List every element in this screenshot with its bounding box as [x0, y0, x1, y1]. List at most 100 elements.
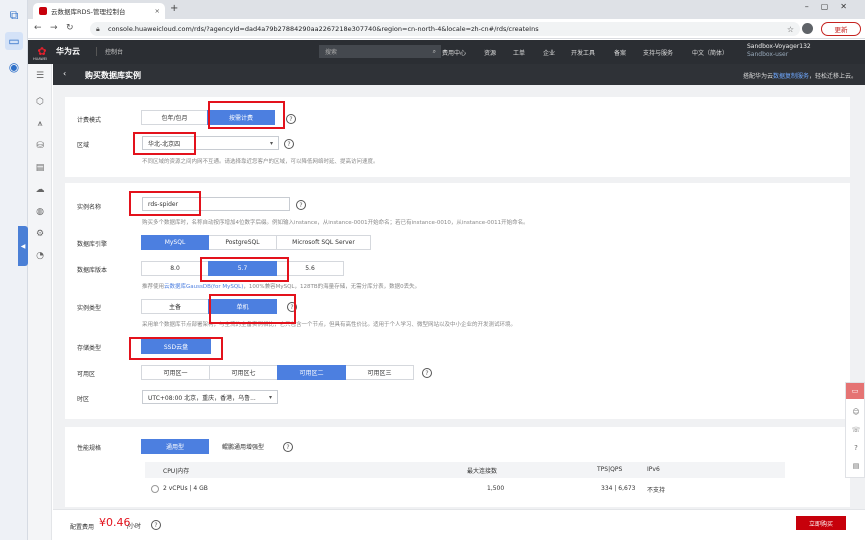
- gaussdb-link[interactable]: 云数据库GaussDB(for MySQL): [164, 284, 243, 290]
- az-option-7[interactable]: 可用区七: [209, 365, 278, 380]
- region-select[interactable]: 华北-北京四 ▾: [142, 136, 279, 150]
- storage-icon[interactable]: ◔: [34, 250, 46, 262]
- new-tab-button[interactable]: +: [170, 3, 178, 14]
- menu-hamburger-icon[interactable]: ☰: [34, 70, 46, 82]
- instance-type-option-ha[interactable]: 主备: [141, 299, 209, 314]
- drs-link[interactable]: 数据复制服务: [773, 73, 809, 80]
- settings-icon[interactable]: ⚙: [34, 228, 46, 240]
- header-note: 搭配华为云数据复制服务，轻松迁移上云。: [743, 71, 857, 80]
- collapse-toggle-icon[interactable]: ◀: [18, 226, 28, 266]
- search-icon[interactable]: ⌕: [433, 48, 436, 56]
- chat-icon[interactable]: ▭: [846, 383, 864, 399]
- menu-resources[interactable]: 资源: [484, 48, 496, 57]
- region-label: 区域: [77, 142, 90, 149]
- logo-text: HUAWEI: [33, 57, 48, 61]
- console-rail: ☰ ⬡ ⩚ ⛁ ▤ ☁ ◍ ⚙ ◔: [28, 64, 52, 540]
- cloud-icon[interactable]: ☁: [34, 184, 46, 196]
- engine-option-sqlserver[interactable]: Microsoft SQL Server: [276, 235, 371, 250]
- storage-option-ssd[interactable]: SSD云盘: [141, 339, 211, 354]
- huawei-favicon-icon: [39, 7, 47, 15]
- help-icon[interactable]: ?: [851, 443, 861, 453]
- monitor-icon[interactable]: ▭: [5, 32, 23, 50]
- chevron-down-icon: ▾: [268, 393, 272, 401]
- spec-tab-general[interactable]: 通用型: [141, 439, 209, 454]
- billing-option-ondemand[interactable]: 按需计费: [207, 110, 275, 125]
- az-option-3[interactable]: 可用区三: [345, 365, 414, 380]
- globe-icon[interactable]: ◍: [34, 206, 46, 218]
- url-field[interactable]: 🔒︎ console.huaweicloud.com/rds/?agencyId…: [90, 22, 800, 36]
- search-placeholder: 搜索: [325, 49, 338, 56]
- brand-name[interactable]: 华为云: [56, 46, 80, 57]
- cloud-service-icon[interactable]: ⬡: [34, 96, 46, 108]
- reload-icon[interactable]: ↻: [66, 23, 74, 33]
- spec-tab-kunpeng[interactable]: 鲲鹏通用增强型: [208, 439, 278, 454]
- spec-help-icon[interactable]: ?: [283, 442, 293, 452]
- instance-name-input[interactable]: rds-spider: [142, 197, 290, 211]
- timezone-select[interactable]: UTC+08:00 北京，重庆，香港，乌鲁... ▾: [142, 390, 278, 404]
- menu-devtools[interactable]: 开发工具: [571, 48, 595, 57]
- version-option-56[interactable]: 5.6: [276, 261, 344, 276]
- menu-billing[interactable]: 费用中心: [442, 48, 466, 57]
- account-user: Sandbox-user: [747, 51, 789, 58]
- timezone-label: 时区: [77, 396, 90, 403]
- instance-type-option-single[interactable]: 单机: [208, 299, 277, 314]
- table-row[interactable]: 2 vCPUs | 4 GB 1,500 334 | 6,673 不支持: [145, 481, 785, 497]
- browser-tabbar: 云数据库RDS-管理控制台 × + –▢✕: [28, 0, 865, 19]
- billing-help-icon[interactable]: ?: [286, 114, 296, 124]
- engine-label: 数据库引擎: [77, 241, 108, 248]
- global-search-input[interactable]: 搜索 ⌕: [319, 45, 441, 58]
- engine-option-postgresql[interactable]: PostgreSQL: [208, 235, 277, 250]
- az-option-2[interactable]: 可用区二: [277, 365, 346, 380]
- region-value: 华北-北京四: [148, 140, 181, 148]
- engine-options: MySQL PostgreSQL Microsoft SQL Server: [141, 235, 371, 250]
- tab-title: 云数据库RDS-管理控制台: [51, 8, 126, 16]
- back-icon[interactable]: ←: [34, 23, 42, 33]
- billing-label: 计费模式: [77, 117, 102, 124]
- buy-now-button[interactable]: 立即购买: [796, 516, 846, 530]
- account-menu[interactable]: Sandbox-Voyager132 Sandbox-user: [747, 43, 811, 59]
- az-option-1[interactable]: 可用区一: [141, 365, 210, 380]
- bookmark-star-icon[interactable]: ☆: [787, 25, 794, 34]
- fee-amount: ¥0.46: [99, 516, 131, 529]
- instance-name-value: rds-spider: [148, 200, 179, 208]
- network-icon[interactable]: ⧉: [5, 6, 23, 24]
- engine-option-mysql[interactable]: MySQL: [141, 235, 209, 250]
- update-button[interactable]: 更新: [821, 22, 861, 36]
- az-help-icon[interactable]: ?: [422, 368, 432, 378]
- version-option-57[interactable]: 5.7: [208, 261, 277, 276]
- close-tab-icon[interactable]: ×: [155, 7, 160, 15]
- menu-enterprise[interactable]: 企业: [543, 48, 555, 57]
- menu-filing[interactable]: 备案: [614, 48, 626, 57]
- billing-options: 包年/包月 按需计费: [141, 110, 275, 125]
- forward-icon[interactable]: →: [50, 23, 58, 33]
- feedback-icon[interactable]: ☺: [851, 407, 861, 417]
- lock-icon: 🔒︎: [96, 24, 100, 33]
- support-icon[interactable]: ☏: [851, 425, 861, 435]
- billing-option-yearly[interactable]: 包年/包月: [141, 110, 208, 125]
- document-icon[interactable]: ▤: [34, 162, 46, 174]
- back-arrow-icon[interactable]: ‹: [63, 69, 66, 78]
- float-toolbar: ▭ ☺ ☏ ? ▤: [845, 382, 865, 478]
- huawei-logo-icon[interactable]: ✿: [35, 44, 49, 58]
- region-help-icon[interactable]: ?: [284, 139, 294, 149]
- menu-tickets[interactable]: 工单: [513, 48, 525, 57]
- database-icon[interactable]: ⛁: [34, 140, 46, 152]
- version-option-80[interactable]: 8.0: [141, 261, 209, 276]
- menu-support[interactable]: 支持与服务: [643, 48, 673, 57]
- notes-icon[interactable]: ▤: [851, 461, 861, 471]
- browser-tab[interactable]: 云数据库RDS-管理控制台 ×: [33, 3, 165, 19]
- instance-type-help-icon[interactable]: ?: [287, 302, 297, 312]
- billing-region-card: 计费模式 包年/包月 按需计费 ? 区域 华北-北京四 ▾ ? 不同区域的资源之…: [65, 97, 850, 177]
- eye-icon[interactable]: ◉: [5, 58, 23, 76]
- row-radio[interactable]: [151, 485, 159, 493]
- chart-icon[interactable]: ⩚: [34, 118, 46, 130]
- name-help-icon[interactable]: ?: [296, 200, 306, 210]
- console-link[interactable]: 控制台: [96, 47, 123, 56]
- fee-help-icon[interactable]: ?: [151, 520, 161, 530]
- window-controls[interactable]: –▢✕: [805, 2, 859, 11]
- spec-table-header: CPU|内存 最大连接数 TPS|QPS IPv6: [145, 462, 785, 478]
- az-label: 可用区: [77, 371, 96, 378]
- chevron-down-icon: ▾: [269, 139, 273, 147]
- profile-avatar-icon[interactable]: [802, 23, 813, 34]
- menu-language[interactable]: 中文（简体）: [692, 48, 728, 57]
